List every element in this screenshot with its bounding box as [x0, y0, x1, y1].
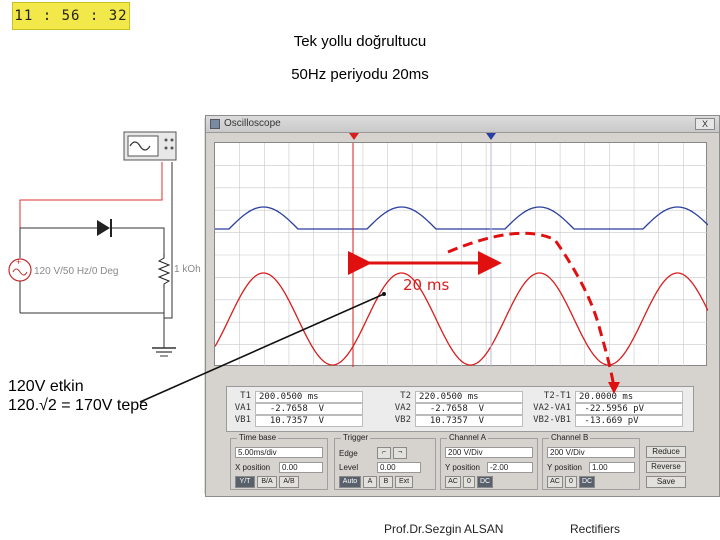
annotation-line-1: 120V etkin [8, 378, 84, 395]
period-measure-label: 20 ms [403, 276, 450, 294]
annotation-overlay [139, 231, 620, 403]
dashed-pointer-arrowhead [608, 382, 620, 394]
dashed-pointer-arrow [447, 231, 616, 389]
annotation-text: 120V etkin 120.√2 = 170V tepe [8, 377, 148, 415]
footer-topic: Rectifiers [570, 522, 621, 536]
footer-author: Prof.Dr.Sezgin ALSAN [384, 522, 504, 536]
annotation-line-2: 120.√2 = 170V tepe [8, 397, 149, 414]
peak-pointer-line [139, 293, 385, 403]
